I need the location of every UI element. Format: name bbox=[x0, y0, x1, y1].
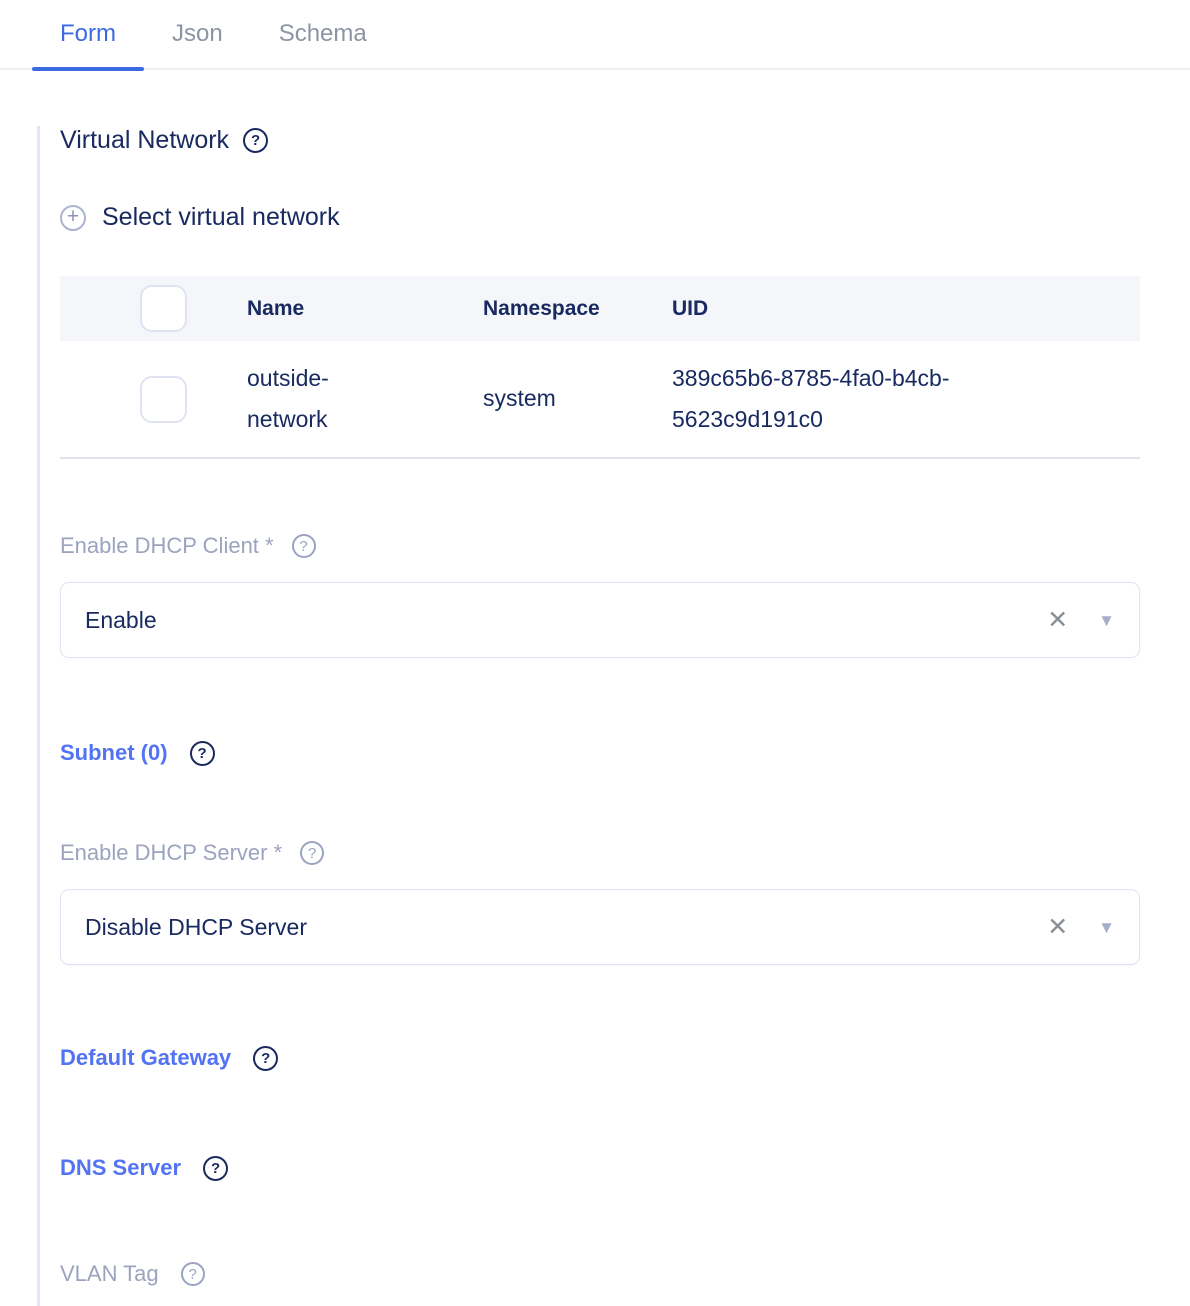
help-icon[interactable]: ? bbox=[300, 841, 324, 865]
clear-icon[interactable]: ✕ bbox=[1039, 911, 1076, 944]
clear-icon[interactable]: ✕ bbox=[1039, 604, 1076, 637]
dhcp-server-select[interactable]: Disable DHCP Server ✕ ▼ bbox=[60, 889, 1140, 965]
subnet-label[interactable]: Subnet (0) bbox=[60, 740, 168, 766]
default-gateway-label[interactable]: Default Gateway bbox=[60, 1045, 231, 1071]
default-gateway-section-header: Default Gateway ? bbox=[60, 1045, 1140, 1071]
virtual-network-title: Virtual Network ? bbox=[60, 126, 1140, 155]
dhcp-client-label: Enable DHCP Client * ? bbox=[60, 533, 1140, 559]
dhcp-server-value: Disable DHCP Server bbox=[85, 914, 1039, 941]
dns-server-label[interactable]: DNS Server bbox=[60, 1155, 181, 1181]
dhcp-server-label: Enable DHCP Server * ? bbox=[60, 840, 1140, 866]
select-virtual-network-label: Select virtual network bbox=[102, 203, 340, 232]
help-icon[interactable]: ? bbox=[253, 1046, 278, 1071]
column-header-uid: UID bbox=[650, 296, 1140, 321]
dhcp-client-value: Enable bbox=[85, 607, 1039, 634]
select-all-checkbox[interactable] bbox=[140, 285, 187, 332]
cell-name: outside-network bbox=[225, 358, 461, 441]
table-row[interactable]: outside-network system 389c65b6-8785-4fa… bbox=[60, 341, 1140, 459]
tab-json[interactable]: Json bbox=[144, 0, 251, 68]
help-icon[interactable]: ? bbox=[181, 1262, 205, 1286]
plus-circle-icon: + bbox=[60, 205, 86, 231]
chevron-down-icon[interactable]: ▼ bbox=[1098, 919, 1115, 936]
column-header-name: Name bbox=[225, 296, 461, 321]
tab-form[interactable]: Form bbox=[32, 0, 144, 68]
form-content: Virtual Network ? + Select virtual netwo… bbox=[37, 126, 1190, 1306]
select-virtual-network-button[interactable]: + Select virtual network bbox=[60, 203, 340, 232]
help-icon[interactable]: ? bbox=[292, 534, 316, 558]
tab-schema[interactable]: Schema bbox=[251, 0, 395, 68]
help-icon[interactable]: ? bbox=[243, 128, 268, 153]
vlan-tag-section-header: VLAN Tag ? bbox=[60, 1261, 1140, 1287]
column-header-namespace: Namespace bbox=[461, 296, 650, 321]
help-icon[interactable]: ? bbox=[203, 1156, 228, 1181]
help-icon[interactable]: ? bbox=[190, 741, 215, 766]
chevron-down-icon[interactable]: ▼ bbox=[1098, 612, 1115, 629]
row-checkbox[interactable] bbox=[140, 376, 187, 423]
table-header-row: Name Namespace UID bbox=[60, 276, 1140, 341]
vlan-tag-label[interactable]: VLAN Tag bbox=[60, 1261, 159, 1287]
dns-server-section-header: DNS Server ? bbox=[60, 1155, 1140, 1181]
cell-namespace: system bbox=[461, 378, 650, 419]
subnet-section-header: Subnet (0) ? bbox=[60, 740, 1140, 766]
dhcp-client-select[interactable]: Enable ✕ ▼ bbox=[60, 582, 1140, 658]
virtual-network-table: Name Namespace UID outside-network syste… bbox=[60, 276, 1140, 459]
virtual-network-title-label: Virtual Network bbox=[60, 126, 229, 155]
cell-uid: 389c65b6-8785-4fa0-b4cb-5623c9d191c0 bbox=[650, 358, 1140, 441]
tab-bar: Form Json Schema bbox=[0, 0, 1190, 70]
